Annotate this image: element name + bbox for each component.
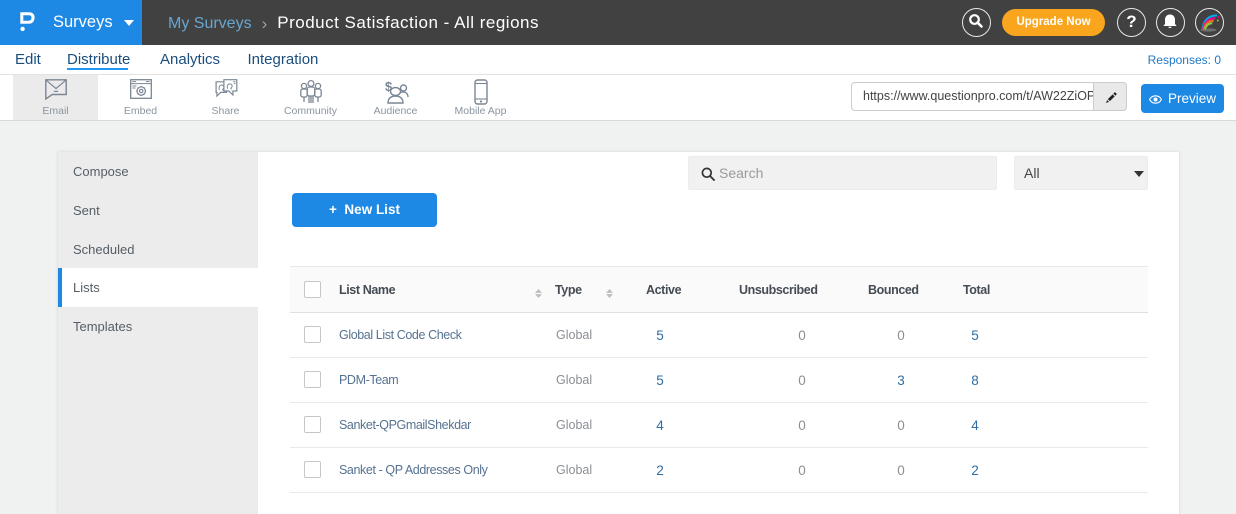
svg-text:$: $ — [385, 79, 393, 94]
